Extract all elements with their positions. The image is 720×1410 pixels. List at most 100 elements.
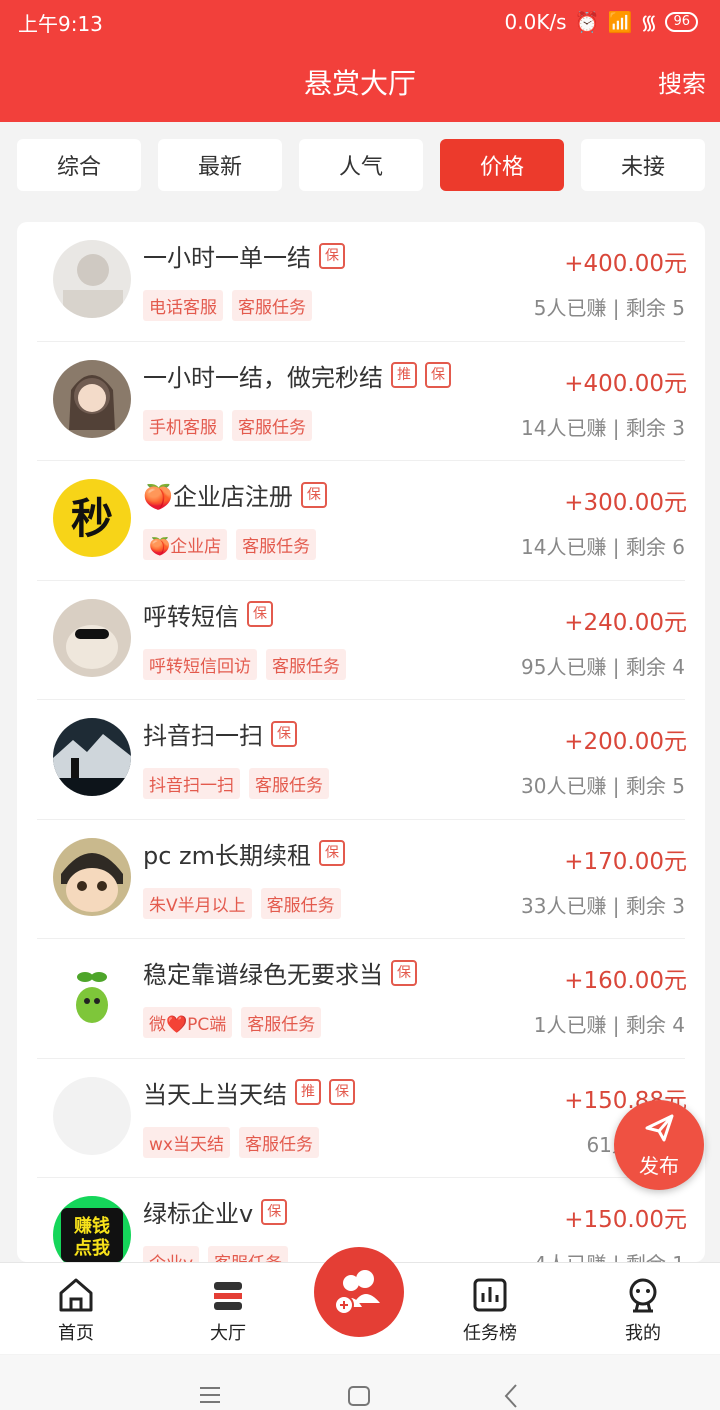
task-tag: 抖音扫一扫 [143,768,240,799]
search-button[interactable]: 搜索 [658,64,706,99]
status-bar: 上午9:13 0.0K/s ⏰ 📶 ᯾ 96 [18,6,698,36]
task-item[interactable]: 呼转短信 保 呼转短信回访 客服任务 +240.00元 95人已赚 | 剩余 4 [37,581,687,700]
avatar [53,1076,131,1155]
task-title: 当天上当天结 [143,1080,287,1109]
task-title: 🍑企业店注册 [143,483,293,511]
remaining-count: 剩余 3 [625,415,685,440]
task-item[interactable]: pc zm长期续租 保 朱V半月以上 客服任务 +170.00元 33人已赚 |… [37,820,687,939]
task-tag: 呼转短信回访 [143,648,257,680]
task-tag: 客服任务 [208,1246,289,1262]
wifi-icon: ᯾ [640,10,658,34]
guarantee-badge: 保 [300,481,327,508]
tab-price[interactable]: 价格 [440,139,564,191]
guarantee-badge: 保 [391,959,417,986]
nav-hall[interactable]: 大厅 [173,1275,283,1345]
task-tag: 客服任务 [260,887,341,919]
signal-icon: 📶 [607,9,633,34]
profile-icon [629,1278,657,1313]
publish-label: 发布 [639,1154,679,1178]
app-header: 上午9:13 0.0K/s ⏰ 📶 ᯾ 96 悬赏大厅 搜索 [0,0,720,122]
guarantee-badge: 保 [261,1198,288,1225]
task-price: +150.00元 [564,1207,687,1233]
task-price: +170.00元 [564,848,687,875]
task-tag: 客服任务 [266,648,346,680]
avatar-text: 秒 [71,494,113,543]
earned-count: 95人已赚 [521,654,607,679]
page-title: 悬赏大厅 [303,67,416,100]
guarantee-badge: 保 [319,242,345,269]
task-tag: wx当天结 [143,1126,230,1158]
task-title: 呼转短信 [143,602,239,631]
task-item[interactable]: 一小时一单一结 保 电话客服 客服任务 +400.00元 5人已赚 | 剩余 5 [37,222,687,342]
remaining-count: 剩余 3 [625,893,685,918]
earned-count: 5人已赚 [533,296,607,320]
battery-icon: 96 [665,11,698,32]
guarantee-badge: 保 [271,720,297,747]
task-tag: 手机客服 [143,409,223,441]
task-item[interactable]: 秒 🍑企业店注册 保 🍑企业店 客服任务 +300.00元 14人已赚 | 剩余… [37,461,687,581]
home-square-icon[interactable] [348,1386,370,1406]
avatar [53,837,131,916]
task-price: +400.00元 [564,370,687,397]
nav-mine[interactable]: 我的 [588,1275,698,1345]
nav-home[interactable]: 首页 [21,1275,131,1345]
task-price: +200.00元 [564,729,687,755]
earned-count: 14人已赚 [521,415,607,440]
tab-comprehensive[interactable]: 综合 [17,139,141,191]
avatar [53,598,131,677]
avatar-text: 赚钱 [73,1215,110,1237]
back-icon[interactable] [504,1384,517,1408]
guarantee-badge: 保 [247,601,273,627]
task-tag: 客服任务 [232,290,312,321]
task-tag: 客服任务 [238,1126,319,1158]
task-tag: 客服任务 [241,1007,322,1038]
chart-icon [473,1278,507,1312]
remaining-count: 剩余 1 [626,1252,685,1262]
earned-count: 33人已赚 [521,893,607,918]
menu-icon[interactable] [200,1387,220,1403]
guarantee-badge: 保 [319,840,346,866]
task-price: +160.00元 [564,968,687,994]
task-item[interactable]: 抖音扫一扫 保 抖音扫一扫 客服任务 +200.00元 30人已赚 | 剩余 5 [37,700,687,820]
nav-mine-label: 我的 [625,1323,661,1344]
remaining-count: 剩余 4 [625,654,685,679]
task-item[interactable]: 当天上当天结 推 保 wx当天结 客服任务 +150.88元 61人已赚 | [37,1059,687,1178]
task-tag: 微❤️PC端 [143,1007,233,1038]
status-time: 上午9:13 [18,12,103,36]
guarantee-badge: 保 [425,362,451,388]
avatar: 秒 [53,479,131,557]
nav-ranking[interactable]: 任务榜 [435,1275,545,1345]
remaining-count: 剩余 5 [625,774,685,798]
task-list: 一小时一单一结 保 电话客服 客服任务 +400.00元 5人已赚 | 剩余 5… [17,222,705,1262]
home-icon [59,1278,93,1312]
earned-count: 14人已赚 [521,535,607,559]
tab-unaccepted[interactable]: 未接 [581,139,705,191]
tab-newest[interactable]: 最新 [158,139,282,191]
earned-count: 1人已赚 [533,1013,607,1037]
task-tag: 客服任务 [249,768,329,799]
task-title: 稳定靠谱绿色无要求当 [143,961,383,989]
task-tag: 🍑企业店 [143,529,228,560]
network-speed: 0.0K/s [504,9,567,34]
tab-popular[interactable]: 人气 [299,139,423,191]
hall-icon [214,1282,242,1310]
sort-tabs: 综合 最新 人气 价格 未接 [17,139,705,191]
publish-button[interactable]: 发布 [614,1100,704,1190]
avatar-text: 点我 [74,1237,110,1259]
avatar [53,718,131,796]
center-action-button[interactable] [314,1247,404,1337]
nav-ranking-label: 任务榜 [463,1323,517,1344]
task-price: +300.00元 [564,490,687,516]
avatar [53,957,131,1035]
task-title: 抖音扫一扫 [143,722,263,750]
task-title: pc zm长期续租 [143,841,312,870]
task-item[interactable]: 稳定靠谱绿色无要求当 保 微❤️PC端 客服任务 +160.00元 1人已赚 |… [37,939,687,1059]
task-tag: 朱V半月以上 [143,887,252,919]
task-price: +400.00元 [564,251,687,277]
send-icon [645,1114,674,1142]
avatar [53,240,131,318]
recommend-badge: 推 [295,1079,321,1105]
remaining-count: 剩余 4 [625,1013,685,1037]
avatar [53,359,131,438]
task-item[interactable]: 一小时一结，做完秒结 推 保 手机客服 客服任务 +400.00元 14人已赚 … [37,342,687,461]
